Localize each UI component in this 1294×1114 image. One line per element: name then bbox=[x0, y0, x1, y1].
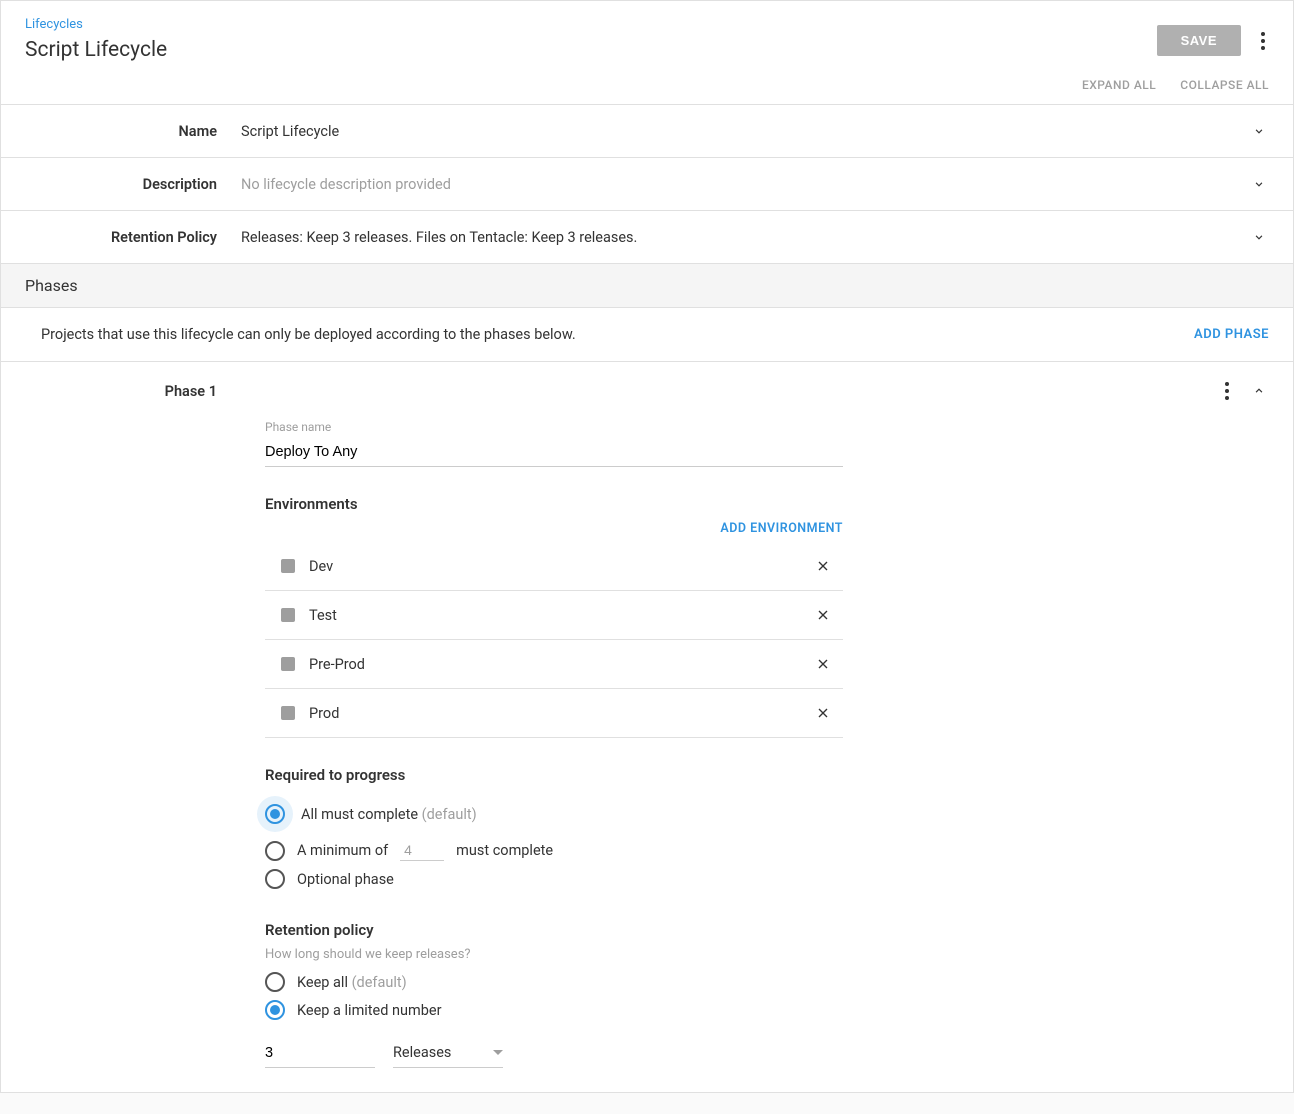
env-row: Pre-Prod bbox=[265, 640, 843, 689]
expand-all-button[interactable]: EXPAND ALL bbox=[1082, 78, 1156, 92]
env-row: Test bbox=[265, 591, 843, 640]
chevron-up-icon[interactable] bbox=[1249, 381, 1269, 401]
minimum-count-input[interactable] bbox=[400, 840, 444, 861]
env-chip-icon bbox=[281, 657, 295, 671]
env-name: Test bbox=[309, 607, 811, 624]
phases-info-bar: Projects that use this lifecycle can onl… bbox=[1, 307, 1293, 361]
phase-name-input[interactable] bbox=[265, 438, 843, 467]
name-label: Name bbox=[25, 123, 241, 140]
retention-policy-title: Retention policy bbox=[265, 921, 843, 939]
name-row[interactable]: Name Script Lifecycle bbox=[1, 104, 1293, 157]
radio-min-prefix: A minimum of bbox=[297, 842, 388, 859]
page-header: Lifecycles Script Lifecycle SAVE bbox=[1, 1, 1293, 70]
name-value: Script Lifecycle bbox=[241, 123, 1249, 140]
radio-keep-all-label: Keep all bbox=[297, 974, 348, 991]
env-name: Pre-Prod bbox=[309, 656, 811, 673]
retention-hint: How long should we keep releases? bbox=[265, 947, 843, 962]
breadcrumb[interactable]: Lifecycles bbox=[25, 17, 167, 32]
save-button[interactable]: SAVE bbox=[1157, 25, 1241, 56]
env-name: Prod bbox=[309, 705, 811, 722]
remove-env-icon[interactable] bbox=[811, 554, 835, 578]
chevron-down-icon[interactable] bbox=[1249, 121, 1269, 141]
radio-keep-all[interactable] bbox=[265, 972, 285, 992]
phase-block: Phase 1 Phase name Environments ADD ENVI… bbox=[1, 361, 1293, 1092]
phase-header: Phase 1 bbox=[1, 362, 1293, 420]
env-row: Dev bbox=[265, 542, 843, 591]
phase-more-icon[interactable] bbox=[1221, 378, 1233, 404]
retention-value: Releases: Keep 3 releases. Files on Tent… bbox=[241, 229, 1249, 246]
default-suffix: (default) bbox=[422, 806, 477, 823]
phase-name-label: Phase name bbox=[265, 420, 843, 434]
remove-env-icon[interactable] bbox=[811, 701, 835, 725]
add-environment-button[interactable]: ADD ENVIRONMENT bbox=[720, 521, 843, 536]
add-phase-button[interactable]: ADD PHASE bbox=[1194, 327, 1269, 342]
radio-all-must-complete[interactable] bbox=[265, 804, 285, 824]
retention-unit-select[interactable]: Releases bbox=[393, 1038, 503, 1068]
phase-id-label: Phase 1 bbox=[25, 383, 241, 400]
page-title: Script Lifecycle bbox=[25, 38, 167, 62]
more-menu-icon[interactable] bbox=[1257, 28, 1269, 54]
phases-section-header: Phases bbox=[1, 263, 1293, 307]
radio-all-label: All must complete bbox=[301, 806, 418, 823]
required-title: Required to progress bbox=[265, 766, 843, 784]
radio-keep-limited[interactable] bbox=[265, 1000, 285, 1020]
retention-count-input[interactable] bbox=[265, 1039, 375, 1068]
remove-env-icon[interactable] bbox=[811, 652, 835, 676]
radio-min-suffix: must complete bbox=[456, 842, 553, 859]
radio-minimum[interactable] bbox=[265, 841, 285, 861]
lifecycle-editor: Lifecycles Script Lifecycle SAVE EXPAND … bbox=[0, 0, 1294, 1093]
retention-unit-value: Releases bbox=[393, 1044, 451, 1061]
remove-env-icon[interactable] bbox=[811, 603, 835, 627]
env-chip-icon bbox=[281, 608, 295, 622]
retention-row[interactable]: Retention Policy Releases: Keep 3 releas… bbox=[1, 210, 1293, 263]
chevron-down-icon[interactable] bbox=[1249, 227, 1269, 247]
dropdown-arrow-icon bbox=[493, 1050, 503, 1055]
radio-optional[interactable] bbox=[265, 869, 285, 889]
description-row[interactable]: Description No lifecycle description pro… bbox=[1, 157, 1293, 210]
description-label: Description bbox=[25, 176, 241, 193]
expand-collapse-bar: EXPAND ALL COLLAPSE ALL bbox=[1, 70, 1293, 104]
collapse-all-button[interactable]: COLLAPSE ALL bbox=[1180, 78, 1269, 92]
env-chip-icon bbox=[281, 559, 295, 573]
default-suffix: (default) bbox=[352, 974, 407, 991]
retention-label: Retention Policy bbox=[25, 229, 241, 246]
env-row: Prod bbox=[265, 689, 843, 738]
phases-info-text: Projects that use this lifecycle can onl… bbox=[41, 326, 576, 343]
radio-optional-label: Optional phase bbox=[297, 871, 394, 888]
chevron-down-icon[interactable] bbox=[1249, 174, 1269, 194]
env-chip-icon bbox=[281, 706, 295, 720]
env-name: Dev bbox=[309, 558, 811, 575]
environments-title: Environments bbox=[265, 495, 843, 513]
radio-keep-limited-label: Keep a limited number bbox=[297, 1002, 441, 1019]
description-placeholder: No lifecycle description provided bbox=[241, 176, 1249, 193]
